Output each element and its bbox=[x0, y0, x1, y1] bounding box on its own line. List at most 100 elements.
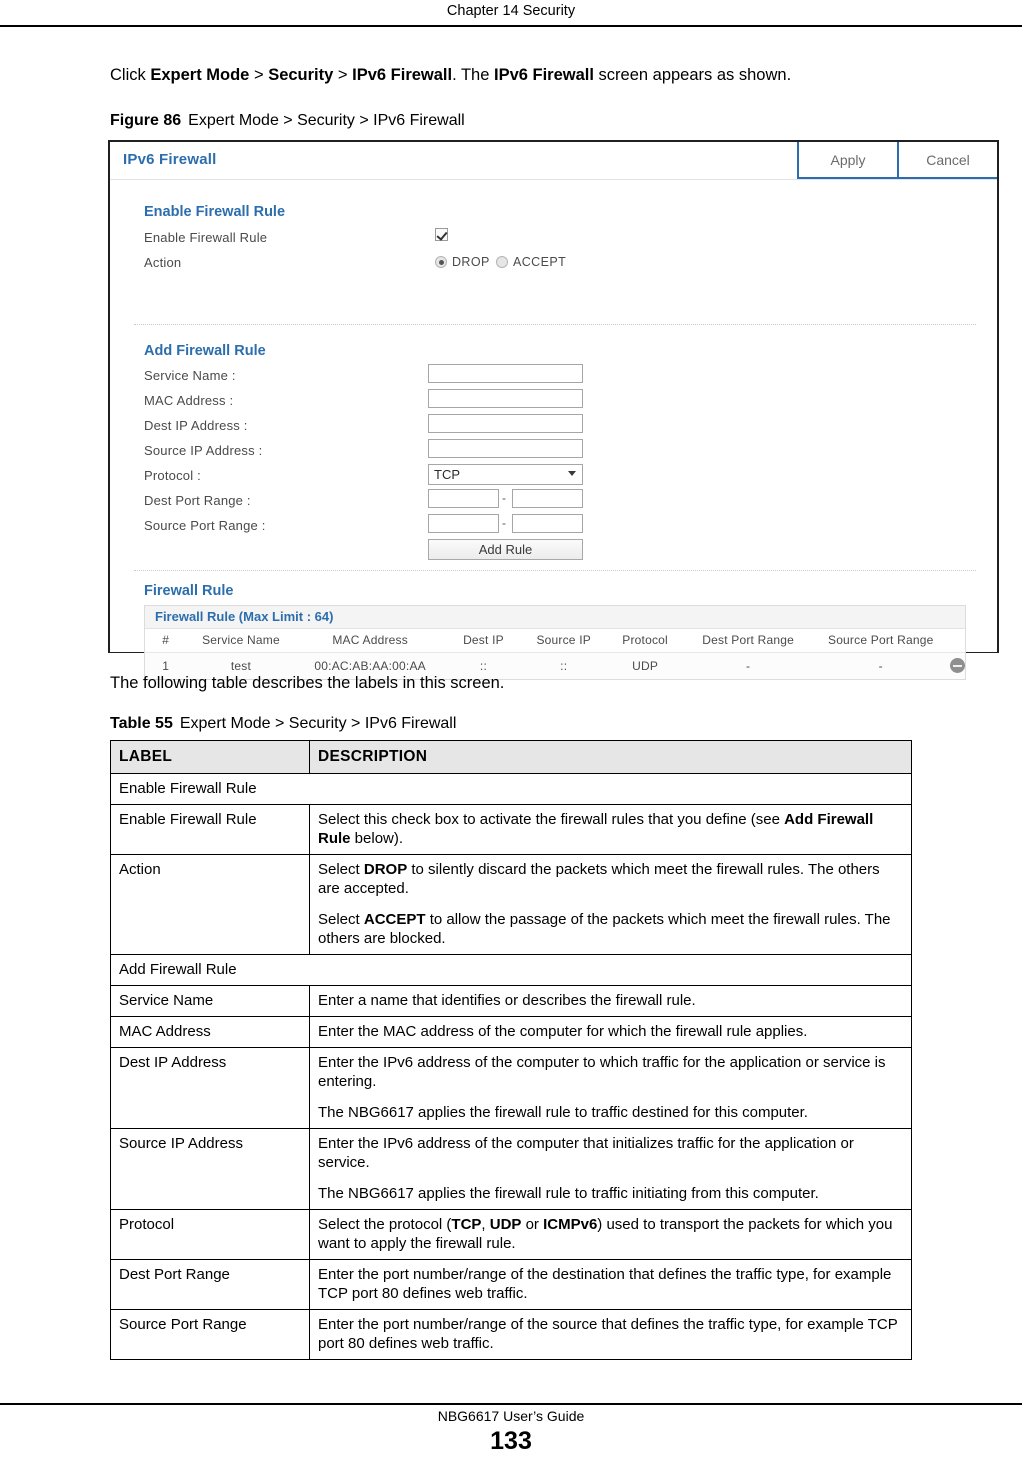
desc-cell-description: Enter a name that identifies or describe… bbox=[309, 985, 912, 1017]
action-radio-accept-label: ACCEPT bbox=[513, 255, 567, 269]
header-rule bbox=[0, 25, 1022, 27]
desc-cell-label: Dest IP Address bbox=[110, 1047, 310, 1129]
action-radio-drop[interactable] bbox=[435, 256, 447, 268]
desc-table-row: Dest Port Range Enter the port number/ran… bbox=[110, 1259, 912, 1310]
desc-section-label: Enable Firewall Rule bbox=[110, 773, 912, 805]
table-label: Table 55 bbox=[110, 715, 173, 732]
intro-sep-2: > bbox=[333, 66, 353, 84]
router-gui-screenshot: IPv6 Firewall Apply Cancel Enable Firewa… bbox=[108, 140, 999, 681]
col-mac-address: MAC Address bbox=[295, 629, 445, 653]
label-enable-firewall-rule: Enable Firewall Rule bbox=[144, 230, 268, 245]
dest-port-range-separator: - bbox=[502, 491, 506, 505]
desc-cell-description: Enter the IPv6 address of the computer t… bbox=[309, 1047, 912, 1129]
col-source-port-range: Source Port Range bbox=[811, 629, 950, 653]
desc-cell-description: Enter the IPv6 address of the computer t… bbox=[309, 1128, 912, 1210]
cancel-button[interactable]: Cancel bbox=[897, 142, 997, 179]
desc-cell-description: Enter the MAC address of the computer fo… bbox=[309, 1016, 912, 1048]
desc-cell-description: Select the protocol (TCP, UDP or ICMPv6)… bbox=[309, 1209, 912, 1260]
figure-caption: Figure 86 Expert Mode > Security > IPv6 F… bbox=[110, 112, 465, 130]
table-caption: Table 55 Expert Mode > Security > IPv6 Fi… bbox=[110, 715, 456, 733]
cell-source-port-range: - bbox=[811, 652, 950, 680]
section-heading-firewall-rule: Firewall Rule bbox=[144, 583, 234, 599]
intro-prefix: Click bbox=[110, 66, 151, 84]
gui-title-bar: IPv6 Firewall Apply Cancel bbox=[110, 142, 997, 180]
enable-firewall-rule-checkbox[interactable] bbox=[435, 228, 448, 241]
source-port-range-separator: - bbox=[502, 516, 506, 530]
cell-actions[interactable] bbox=[950, 652, 965, 680]
desc-cell-label: Dest Port Range bbox=[110, 1259, 310, 1310]
label-dest-port-range: Dest Port Range : bbox=[144, 493, 251, 508]
col-dest-port-range: Dest Port Range bbox=[684, 629, 812, 653]
protocol-select[interactable]: TCP bbox=[428, 464, 583, 485]
divider-2 bbox=[134, 570, 976, 571]
action-radio-accept[interactable] bbox=[496, 256, 508, 268]
label-description-table: LABEL DESCRIPTION Enable Firewall Rule En… bbox=[110, 740, 912, 1360]
cell-source-ip: :: bbox=[522, 652, 606, 680]
section-heading-enable-firewall-rule: Enable Firewall Rule bbox=[144, 204, 286, 220]
firewall-rule-table: # Service Name MAC Address Dest IP Sourc… bbox=[145, 629, 965, 680]
desc-section-row: Enable Firewall Rule bbox=[110, 773, 912, 805]
gui-body: Enable Firewall Rule Enable Firewall Rul… bbox=[110, 180, 997, 681]
desc-table-row: Action Select DROP to silently discard th… bbox=[110, 854, 912, 955]
dest-port-range-from-input[interactable] bbox=[428, 489, 499, 508]
desc-cell-label: Source Port Range bbox=[110, 1309, 310, 1360]
action-radio-drop-label: DROP bbox=[452, 255, 490, 269]
dest-ip-address-input[interactable] bbox=[428, 414, 583, 433]
source-port-range-to-input[interactable] bbox=[512, 514, 583, 533]
desc-cell-label: MAC Address bbox=[110, 1016, 310, 1048]
remove-rule-icon[interactable] bbox=[950, 658, 965, 674]
desc-cell-description: Select this check box to activate the fi… bbox=[309, 804, 912, 855]
desc-cell-label: Protocol bbox=[110, 1209, 310, 1260]
apply-button[interactable]: Apply bbox=[797, 142, 897, 179]
intro-middle: . The bbox=[452, 66, 494, 84]
running-header: Chapter 14 Security bbox=[446, 3, 576, 19]
desc-col-description: DESCRIPTION bbox=[309, 740, 912, 774]
intro-path-expert-mode: Expert Mode bbox=[150, 66, 250, 84]
source-ip-address-input[interactable] bbox=[428, 439, 583, 458]
desc-table-row: MAC Address Enter the MAC address of the … bbox=[110, 1016, 912, 1048]
col-dest-ip: Dest IP bbox=[444, 629, 523, 653]
col-protocol: Protocol bbox=[605, 629, 685, 653]
figure-caption-text: Expert Mode > Security > IPv6 Firewall bbox=[188, 112, 465, 129]
desc-cell-description: Select DROP to silently discard the pack… bbox=[309, 854, 912, 955]
col-source-ip: Source IP bbox=[522, 629, 606, 653]
desc-section-row: Add Firewall Rule bbox=[110, 954, 912, 986]
dest-port-range-to-input[interactable] bbox=[512, 489, 583, 508]
intro-screen-name: IPv6 Firewall bbox=[493, 66, 594, 84]
service-name-input[interactable] bbox=[428, 364, 583, 383]
desc-cell-label: Action bbox=[110, 854, 310, 955]
col-actions bbox=[950, 629, 965, 653]
intro-path-ipv6-firewall: IPv6 Firewall bbox=[352, 66, 453, 84]
divider-1 bbox=[134, 324, 976, 325]
label-service-name: Service Name : bbox=[144, 368, 236, 383]
desc-cell-label: Source IP Address bbox=[110, 1128, 310, 1210]
intro-suffix: screen appears as shown. bbox=[593, 66, 792, 84]
intro-sep-1: > bbox=[249, 66, 269, 84]
desc-table-row: Dest IP Address Enter the IPv6 address of… bbox=[110, 1047, 912, 1129]
desc-table-row: Service Name Enter a name that identifies… bbox=[110, 985, 912, 1017]
col-index: # bbox=[145, 629, 187, 653]
desc-col-label: LABEL bbox=[110, 740, 310, 774]
chevron-down-icon bbox=[568, 471, 576, 476]
cell-protocol: UDP bbox=[605, 652, 685, 680]
desc-cell-label: Enable Firewall Rule bbox=[110, 804, 310, 855]
protocol-select-value: TCP bbox=[434, 467, 460, 482]
label-protocol: Protocol : bbox=[144, 468, 201, 483]
label-source-port-range: Source Port Range : bbox=[144, 518, 266, 533]
firewall-rule-list-title: Firewall Rule (Max Limit : 64) bbox=[145, 606, 965, 629]
intro-paragraph: Click Expert Mode > Security > IPv6 Fire… bbox=[110, 64, 1005, 86]
desc-table-row: Source IP Address Enter the IPv6 address … bbox=[110, 1128, 912, 1210]
figure-label: Figure 86 bbox=[110, 112, 182, 129]
add-rule-button[interactable]: Add Rule bbox=[428, 539, 583, 560]
source-port-range-from-input[interactable] bbox=[428, 514, 499, 533]
page-number: 133 bbox=[490, 1427, 532, 1455]
label-action: Action bbox=[144, 255, 182, 270]
table-caption-text: Expert Mode > Security > IPv6 Firewall bbox=[179, 715, 457, 732]
section-heading-add-firewall-rule: Add Firewall Rule bbox=[144, 343, 266, 359]
mac-address-input[interactable] bbox=[428, 389, 583, 408]
desc-table-row: Protocol Select the protocol (TCP, UDP or… bbox=[110, 1209, 912, 1260]
label-dest-ip-address: Dest IP Address : bbox=[144, 418, 248, 433]
label-source-ip-address: Source IP Address : bbox=[144, 443, 263, 458]
footer-rule bbox=[0, 1403, 1022, 1405]
footer-guide-name: NBG6617 User’s Guide bbox=[437, 1408, 585, 1424]
